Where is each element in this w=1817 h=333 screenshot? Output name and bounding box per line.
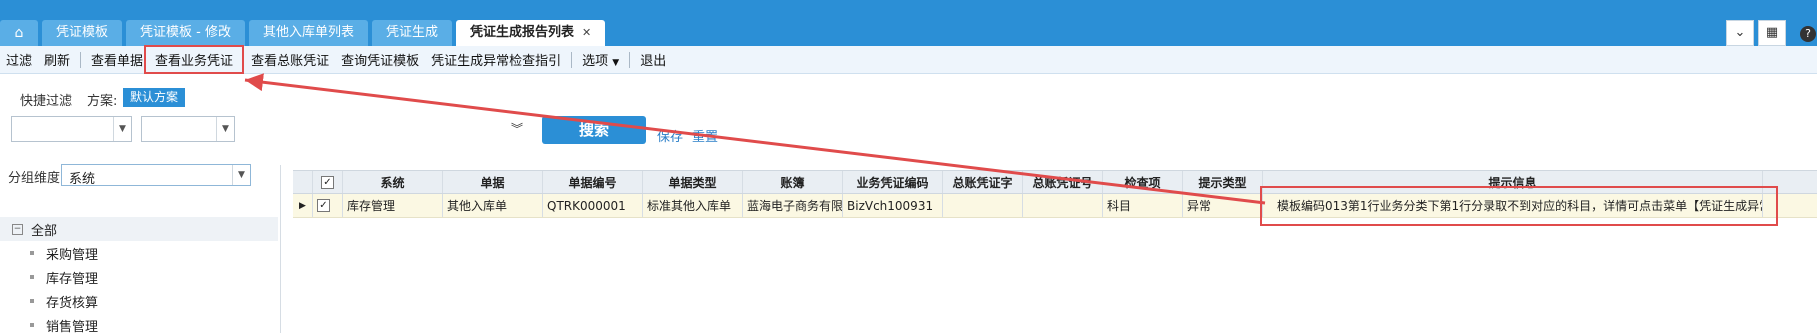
app-root: ⌂ 凭证模板 凭证模板 - 修改 其他入库单列表 凭证生成 凭证生成报告列表 ✕…	[0, 0, 1817, 333]
annotation-arrow	[244, 73, 1266, 205]
